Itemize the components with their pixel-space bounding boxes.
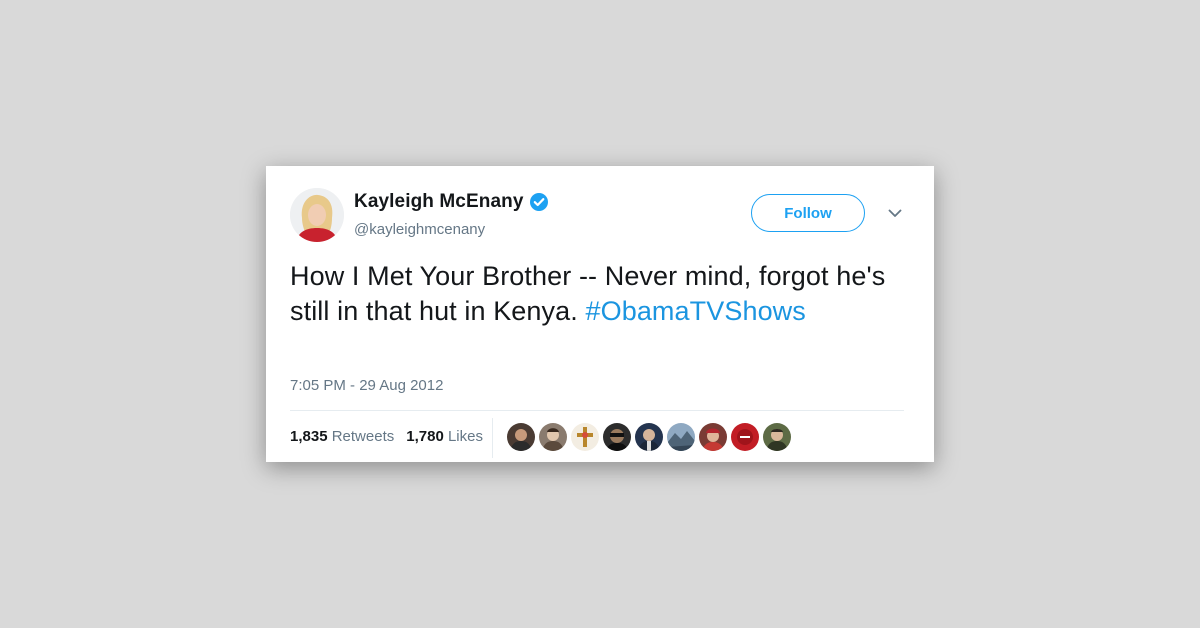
likes-stat[interactable]: 1,780 Likes bbox=[406, 428, 483, 445]
retweets-label: Retweets bbox=[331, 428, 395, 445]
stats-divider bbox=[492, 418, 493, 458]
retweets-count: 1,835 bbox=[290, 428, 328, 445]
liker-avatar[interactable] bbox=[507, 423, 535, 451]
author-handle[interactable]: @kayleighmcenany bbox=[354, 221, 485, 238]
liker-avatar[interactable] bbox=[667, 423, 695, 451]
liker-avatar[interactable] bbox=[763, 423, 791, 451]
liker-avatar[interactable] bbox=[635, 423, 663, 451]
retweets-stat[interactable]: 1,835 Retweets bbox=[290, 428, 394, 445]
liker-avatar[interactable] bbox=[731, 423, 759, 451]
liker-avatar[interactable] bbox=[539, 423, 567, 451]
likers-avatars bbox=[507, 423, 791, 451]
divider bbox=[290, 410, 904, 411]
likes-count: 1,780 bbox=[406, 428, 444, 445]
liker-avatar[interactable] bbox=[603, 423, 631, 451]
liker-avatar[interactable] bbox=[699, 423, 727, 451]
author-name-row: Kayleigh McEnany bbox=[354, 191, 549, 213]
tweet-text: How I Met Your Brother -- Never mind, fo… bbox=[290, 259, 910, 329]
verified-badge-icon bbox=[529, 192, 549, 212]
likes-label: Likes bbox=[447, 428, 483, 445]
author-avatar[interactable] bbox=[290, 188, 344, 242]
hashtag-link[interactable]: #ObamaTVShows bbox=[585, 294, 805, 329]
liker-avatar[interactable] bbox=[571, 423, 599, 451]
tweet-timestamp[interactable]: 7:05 PM - 29 Aug 2012 bbox=[290, 377, 443, 394]
chevron-down-icon[interactable] bbox=[886, 204, 904, 222]
author-name[interactable]: Kayleigh McEnany bbox=[354, 191, 523, 213]
follow-button[interactable]: Follow bbox=[751, 194, 865, 232]
tweet-stats: 1,835 Retweets 1,780 Likes bbox=[290, 428, 495, 445]
tweet-card: Kayleigh McEnany @kayleighmcenany Follow… bbox=[266, 166, 934, 462]
